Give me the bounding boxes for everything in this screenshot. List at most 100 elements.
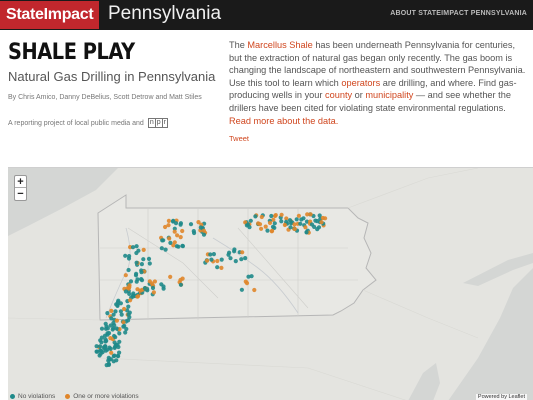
- well-marker-violations[interactable]: [123, 273, 128, 278]
- well-marker-violations[interactable]: [319, 220, 324, 225]
- well-marker-violations[interactable]: [303, 225, 308, 230]
- well-marker-no-violations[interactable]: [106, 355, 111, 360]
- well-marker-no-violations[interactable]: [279, 219, 284, 224]
- well-marker-no-violations[interactable]: [287, 218, 293, 223]
- npr-logo[interactable]: n p r: [147, 118, 168, 128]
- stateimpact-logo[interactable]: StateImpact: [0, 1, 100, 29]
- well-marker-no-violations[interactable]: [298, 221, 303, 226]
- well-marker-no-violations[interactable]: [219, 257, 224, 262]
- well-marker-no-violations[interactable]: [265, 228, 270, 233]
- well-marker-violations[interactable]: [267, 220, 273, 225]
- well-marker-no-violations[interactable]: [294, 217, 299, 222]
- read-more-link[interactable]: Read more about the data.: [229, 116, 338, 126]
- well-marker-violations[interactable]: [147, 279, 152, 284]
- well-marker-no-violations[interactable]: [316, 225, 322, 230]
- well-marker-no-violations[interactable]: [135, 277, 140, 282]
- about-link[interactable]: ABOUT STATEIMPACT PENNSYLVANIA: [390, 10, 527, 17]
- well-marker-no-violations[interactable]: [243, 256, 248, 261]
- well-marker-no-violations[interactable]: [150, 285, 156, 291]
- marcellus-shale-link[interactable]: Marcellus Shale: [247, 40, 312, 50]
- map-attribution[interactable]: Powered by Leaflet: [475, 394, 527, 400]
- well-marker-no-violations[interactable]: [288, 225, 293, 230]
- well-marker-violations[interactable]: [282, 222, 287, 228]
- tweet-link[interactable]: Tweet: [229, 134, 249, 143]
- well-marker-no-violations[interactable]: [299, 217, 304, 222]
- well-marker-no-violations[interactable]: [104, 324, 109, 329]
- well-marker-no-violations[interactable]: [171, 218, 176, 223]
- well-marker-no-violations[interactable]: [115, 302, 120, 307]
- well-marker-no-violations[interactable]: [253, 214, 258, 219]
- well-marker-violations[interactable]: [122, 306, 127, 312]
- well-marker-violations[interactable]: [108, 336, 113, 341]
- well-marker-no-violations[interactable]: [163, 247, 168, 252]
- well-marker-violations[interactable]: [172, 229, 177, 234]
- well-marker-no-violations[interactable]: [94, 344, 99, 349]
- well-marker-no-violations[interactable]: [159, 282, 164, 287]
- well-marker-no-violations[interactable]: [168, 240, 173, 245]
- well-marker-no-violations[interactable]: [139, 277, 144, 282]
- well-marker-violations[interactable]: [168, 274, 173, 279]
- well-marker-violations[interactable]: [128, 298, 133, 303]
- well-marker-no-violations[interactable]: [178, 222, 183, 227]
- well-marker-no-violations[interactable]: [239, 257, 244, 262]
- well-marker-no-violations[interactable]: [114, 326, 119, 331]
- well-marker-no-violations[interactable]: [233, 259, 238, 264]
- well-marker-violations[interactable]: [201, 228, 206, 233]
- well-marker-violations[interactable]: [240, 250, 245, 255]
- well-marker-no-violations[interactable]: [117, 350, 122, 355]
- well-marker-violations[interactable]: [259, 226, 264, 231]
- well-marker-no-violations[interactable]: [272, 221, 277, 226]
- well-marker-no-violations[interactable]: [126, 312, 131, 317]
- well-marker-violations[interactable]: [135, 294, 140, 299]
- well-marker-violations[interactable]: [167, 236, 172, 241]
- well-marker-no-violations[interactable]: [112, 353, 117, 358]
- state-name[interactable]: Pennsylvania: [108, 3, 221, 25]
- well-marker-no-violations[interactable]: [134, 250, 139, 256]
- well-marker-no-violations[interactable]: [249, 274, 254, 279]
- well-marker-no-violations[interactable]: [313, 218, 318, 223]
- well-marker-violations[interactable]: [215, 258, 220, 264]
- map-canvas[interactable]: [8, 168, 533, 400]
- well-marker-violations[interactable]: [259, 214, 264, 220]
- well-marker-violations[interactable]: [127, 283, 132, 288]
- well-marker-no-violations[interactable]: [139, 270, 144, 275]
- well-marker-no-violations[interactable]: [159, 246, 164, 251]
- well-marker-violations[interactable]: [205, 258, 210, 263]
- well-marker-no-violations[interactable]: [147, 261, 152, 266]
- well-marker-no-violations[interactable]: [126, 256, 132, 261]
- well-marker-violations[interactable]: [219, 265, 224, 270]
- well-marker-no-violations[interactable]: [123, 289, 128, 294]
- well-marker-no-violations[interactable]: [209, 257, 214, 262]
- well-marker-no-violations[interactable]: [105, 331, 110, 336]
- well-marker-no-violations[interactable]: [105, 311, 110, 316]
- zoom-in-button[interactable]: +: [15, 176, 26, 188]
- well-marker-violations[interactable]: [243, 279, 248, 284]
- well-marker-violations[interactable]: [114, 318, 119, 323]
- well-marker-no-violations[interactable]: [141, 257, 146, 262]
- well-marker-no-violations[interactable]: [226, 252, 231, 257]
- well-marker-no-violations[interactable]: [160, 238, 165, 243]
- well-marker-no-violations[interactable]: [215, 265, 220, 270]
- well-marker-violations[interactable]: [163, 224, 168, 230]
- well-marker-no-violations[interactable]: [117, 331, 122, 336]
- well-marker-no-violations[interactable]: [134, 260, 139, 265]
- municipality-link[interactable]: municipality: [365, 90, 413, 100]
- well-marker-no-violations[interactable]: [312, 224, 317, 229]
- well-marker-no-violations[interactable]: [142, 286, 148, 291]
- well-marker-violations[interactable]: [269, 229, 274, 234]
- well-marker-no-violations[interactable]: [105, 347, 110, 352]
- well-marker-no-violations[interactable]: [304, 230, 309, 235]
- well-marker-no-violations[interactable]: [130, 245, 136, 250]
- well-marker-no-violations[interactable]: [139, 262, 144, 267]
- well-marker-no-violations[interactable]: [114, 358, 119, 363]
- well-marker-no-violations[interactable]: [115, 342, 120, 347]
- well-marker-no-violations[interactable]: [123, 253, 128, 258]
- well-marker-violations[interactable]: [166, 218, 171, 223]
- well-marker-violations[interactable]: [263, 224, 268, 229]
- well-marker-no-violations[interactable]: [104, 363, 109, 368]
- well-marker-no-violations[interactable]: [180, 244, 185, 249]
- well-marker-no-violations[interactable]: [99, 340, 104, 345]
- well-marker-violations[interactable]: [141, 247, 146, 252]
- well-marker-no-violations[interactable]: [121, 324, 126, 329]
- well-marker-no-violations[interactable]: [198, 225, 203, 230]
